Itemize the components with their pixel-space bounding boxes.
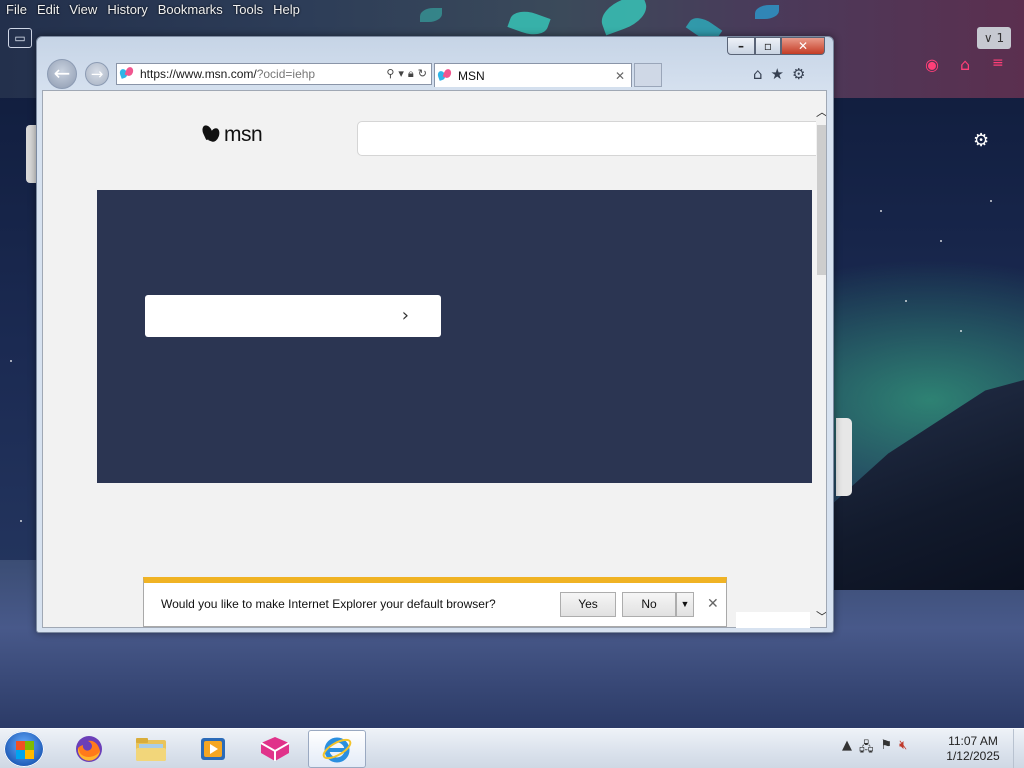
menu-edit[interactable]: Edit	[31, 0, 63, 20]
system-tray: ▲ 🖧︎ ⚑ 🔇︎	[842, 738, 907, 760]
tab-title: MSN	[458, 68, 485, 83]
address-url: https://www.msn.com/?ocid=iehp	[140, 67, 315, 81]
show-hidden-icons-icon[interactable]: ▲	[842, 738, 852, 760]
firefox-icon[interactable]	[60, 730, 118, 768]
lock-icon[interactable]: 🔒︎	[408, 67, 414, 81]
taskbar: ▲ 🖧︎ ⚑ 🔇︎ 11:07 AM 1/12/2025	[0, 728, 1024, 768]
no-dropdown-icon[interactable]: ▼	[676, 592, 694, 617]
msn-favicon-icon	[118, 66, 136, 81]
ie-toolbar-icons: ⌂ ★ ⚙	[753, 65, 805, 83]
notification-message: Would you like to make Internet Explorer…	[161, 597, 496, 611]
home-icon[interactable]: ⌂	[753, 65, 763, 83]
yes-button[interactable]: Yes	[560, 592, 616, 617]
vertical-scrollbar[interactable]: ︿ ﹀	[816, 103, 826, 627]
gear-icon[interactable]: ⚙	[973, 130, 989, 151]
network-icon[interactable]: 🖧︎	[859, 738, 874, 760]
page-corner	[736, 612, 810, 628]
menu-help[interactable]: Help	[267, 0, 304, 20]
chevron-right-icon: ›	[401, 305, 409, 326]
firefox-menubar: File Edit View History Bookmarks Tools H…	[0, 0, 304, 20]
msn-butterfly-icon	[200, 123, 222, 147]
hero-action-button[interactable]: ›	[145, 295, 441, 337]
new-tab-button[interactable]	[634, 63, 662, 87]
tab-count-label: 1	[996, 31, 1005, 45]
msn-logo-text: msn	[224, 123, 263, 146]
maximize-button[interactable]: ▫	[755, 37, 781, 55]
internet-explorer-window: – ▫ ✕ ← → https://www.msn.com/?ocid=iehp…	[36, 36, 834, 633]
default-browser-notification: Would you like to make Internet Explorer…	[143, 577, 727, 627]
menu-view[interactable]: View	[63, 0, 101, 20]
close-tab-icon[interactable]: ✕	[615, 69, 625, 83]
menu-list-icon[interactable]: ≡	[992, 55, 1004, 71]
forward-button[interactable]: →	[85, 62, 109, 86]
start-button[interactable]	[4, 731, 44, 767]
desktop-mountain	[830, 380, 1024, 590]
refresh-icon[interactable]: ↻	[418, 67, 427, 81]
media-player-icon[interactable]	[184, 730, 242, 768]
firefox-tab-counter[interactable]: ∨ 1	[977, 27, 1011, 49]
menu-tools[interactable]: Tools	[227, 0, 267, 20]
clock-time: 11:07 AM	[948, 734, 998, 748]
minimize-button[interactable]: –	[727, 37, 755, 55]
msn-favicon-icon	[436, 67, 454, 83]
no-button[interactable]: No	[622, 592, 676, 617]
scroll-thumb[interactable]	[817, 125, 826, 275]
msn-logo[interactable]: msn	[200, 123, 263, 147]
dropdown-arrow-icon[interactable]: ▾	[398, 67, 404, 81]
app-icon[interactable]	[246, 730, 304, 768]
page-content: msn › ︿ ﹀	[42, 90, 827, 628]
window-controls: – ▫ ✕	[727, 37, 825, 55]
action-center-flag-icon[interactable]: ⚑	[881, 738, 893, 760]
volume-muted-icon[interactable]: 🔇︎	[899, 738, 907, 760]
menu-history[interactable]: History	[101, 0, 151, 20]
address-bar[interactable]: https://www.msn.com/?ocid=iehp ⚲ ▾ 🔒︎ ↻	[116, 63, 432, 85]
close-button[interactable]: ✕	[781, 37, 825, 55]
firefox-side-panel-edge	[26, 125, 36, 183]
scroll-up-icon[interactable]: ︿	[816, 103, 826, 119]
settings-gear-icon[interactable]: ⚙	[792, 65, 805, 83]
hero-banner: ›	[97, 190, 812, 483]
tab-msn[interactable]: MSN ✕	[434, 63, 632, 87]
clock-date: 1/12/2025	[946, 749, 1000, 763]
search-icon[interactable]: ⚲	[386, 67, 394, 81]
menu-bookmarks[interactable]: Bookmarks	[152, 0, 227, 20]
close-notification-icon[interactable]: ✕	[707, 596, 719, 612]
back-button[interactable]: ←	[47, 59, 77, 89]
firefox-tab-list-icon[interactable]: ▭	[8, 28, 32, 48]
clock[interactable]: 11:07 AM 1/12/2025	[940, 734, 1006, 764]
favorites-star-icon[interactable]: ★	[771, 65, 784, 83]
account-icon[interactable]: ◉	[925, 55, 939, 74]
home-icon[interactable]: ⌂	[960, 55, 970, 74]
internet-explorer-icon[interactable]	[308, 730, 366, 768]
search-input[interactable]	[357, 121, 817, 156]
firefox-side-panel-edge	[836, 418, 852, 496]
scroll-down-icon[interactable]: ﹀	[816, 608, 826, 624]
url-query: ?ocid=iehp	[256, 67, 316, 81]
file-explorer-icon[interactable]	[122, 730, 180, 768]
menu-file[interactable]: File	[0, 0, 31, 20]
show-desktop-button[interactable]	[1013, 729, 1024, 768]
url-host: https://www.msn.com/	[140, 67, 257, 81]
